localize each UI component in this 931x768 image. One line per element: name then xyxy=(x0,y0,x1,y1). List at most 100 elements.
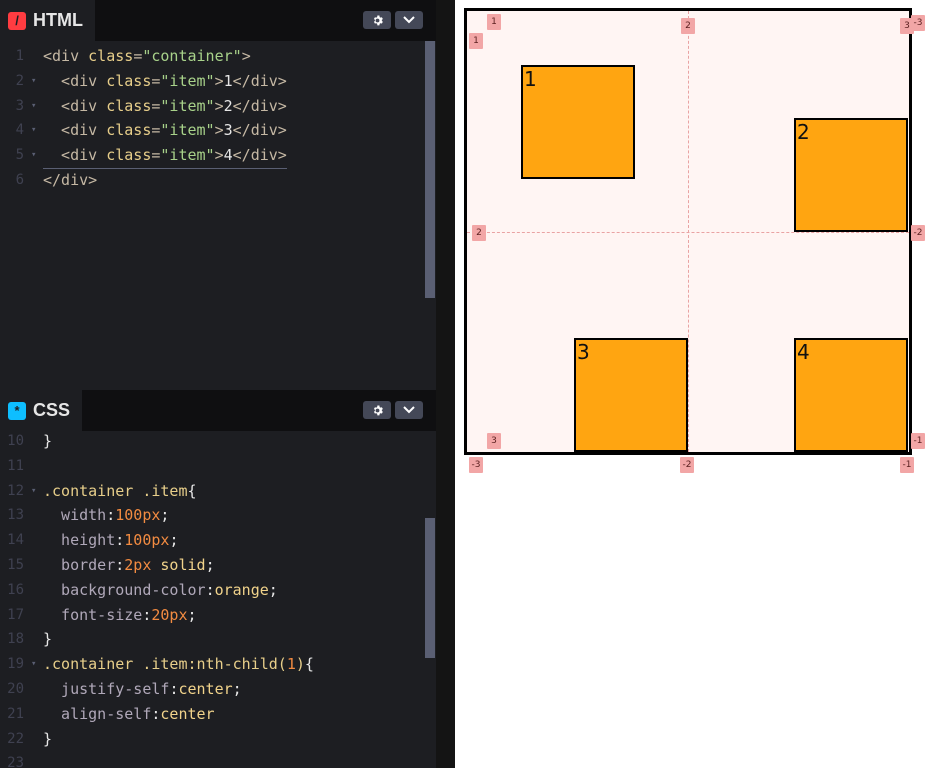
code-token: .container .item:nth-child( xyxy=(43,655,287,674)
grid-label-left-2: 2 xyxy=(472,225,486,241)
grid-item-4: 4 xyxy=(794,338,908,452)
grid-label-bottom-minus-1: -1 xyxy=(900,457,914,473)
css-panel-header: * CSS xyxy=(0,390,436,431)
pane-resize-handle[interactable] xyxy=(436,0,455,768)
code-line[interactable]: 13 width:100px; xyxy=(0,503,420,528)
code-text: align-self:center xyxy=(43,702,215,727)
tab-html[interactable]: / HTML xyxy=(0,0,95,41)
settings-gear-icon xyxy=(373,405,383,415)
code-line[interactable]: 21 align-self:center xyxy=(0,702,420,727)
code-token: > xyxy=(214,121,224,140)
code-line[interactable]: 14 height:100px; xyxy=(0,528,420,553)
code-token: center xyxy=(178,680,233,698)
code-token: ) xyxy=(295,655,305,674)
grid-label-right-minus-1: -1 xyxy=(911,433,925,449)
code-token: : xyxy=(115,556,125,574)
code-token: </div> xyxy=(232,146,287,165)
fold-arrow-icon[interactable]: ▾ xyxy=(31,652,36,677)
code-token: } xyxy=(43,630,53,649)
code-token: ; xyxy=(169,531,179,550)
line-number: 11 xyxy=(7,457,24,474)
grid-label-right-minus-2: -2 xyxy=(911,225,925,241)
code-token: ; xyxy=(187,605,197,624)
code-line[interactable]: 5 ▾ <div class="item">4</div> xyxy=(0,143,420,170)
line-number: 5 xyxy=(15,147,24,164)
css-settings-button[interactable] xyxy=(363,401,391,419)
code-line[interactable]: 10} xyxy=(0,431,420,454)
line-number: 13 xyxy=(7,507,24,524)
code-line[interactable]: 6 </div> xyxy=(0,168,420,193)
code-line[interactable]: 12 ▾ .container .item{ xyxy=(0,479,420,504)
line-number: 10 xyxy=(7,433,24,449)
code-token: </div> xyxy=(43,171,98,189)
code-line[interactable]: 17 font-size:20px; xyxy=(0,603,420,628)
code-text: </div> xyxy=(43,168,97,193)
code-token: background-color xyxy=(43,580,206,599)
code-line[interactable]: 16 background-color:orange; xyxy=(0,578,420,603)
code-line[interactable]: 3 ▾ <div class="item">2</div> xyxy=(0,94,420,119)
code-line[interactable]: 1 <div class="container"> xyxy=(0,44,420,69)
code-token: 3 xyxy=(223,121,233,140)
code-token: 20px xyxy=(151,605,188,624)
fold-arrow-icon[interactable]: ▾ xyxy=(31,94,36,119)
css-collapse-button[interactable] xyxy=(395,401,423,419)
code-token: > xyxy=(214,146,224,165)
fold-arrow-icon[interactable]: ▾ xyxy=(31,143,36,168)
code-text: } xyxy=(43,431,52,454)
code-token: class xyxy=(106,121,152,140)
line-number: 4 xyxy=(15,122,24,139)
code-line[interactable]: 15 border:2px solid; xyxy=(0,553,420,578)
code-token: { xyxy=(187,481,197,500)
line-number: 1 xyxy=(15,48,24,64)
code-token: 2 xyxy=(223,96,233,115)
code-token: ; xyxy=(268,580,278,599)
line-number: 16 xyxy=(7,581,24,598)
code-token: class xyxy=(88,47,134,65)
code-token: 100px xyxy=(115,506,161,525)
html-tab-label: HTML xyxy=(33,10,83,30)
line-number: 6 xyxy=(15,172,24,188)
code-text: font-size:20px; xyxy=(43,603,197,628)
code-line[interactable]: 4 ▾ <div class="item">3</div> xyxy=(0,118,420,143)
code-token: font-size xyxy=(43,605,143,624)
html-icon: / xyxy=(8,11,26,30)
code-token: : xyxy=(205,580,215,599)
code-token: > xyxy=(241,47,251,65)
code-line[interactable]: 2 ▾ <div class="item">1</div> xyxy=(0,69,420,94)
code-line[interactable]: 20 justify-self:center; xyxy=(0,677,420,702)
fold-arrow-icon[interactable]: ▾ xyxy=(31,69,36,94)
code-token: border xyxy=(43,556,116,574)
html-settings-button[interactable] xyxy=(363,11,391,29)
line-number: 19 xyxy=(7,656,24,673)
code-line[interactable]: 18} xyxy=(0,627,420,652)
code-line[interactable]: 19 ▾ .container .item:nth-child(1){ xyxy=(0,652,420,677)
html-collapse-button[interactable] xyxy=(395,11,423,29)
css-scrollbar[interactable] xyxy=(425,518,435,658)
code-token: 1 xyxy=(286,655,296,674)
fold-arrow-icon[interactable]: ▾ xyxy=(31,118,36,143)
code-token: <div xyxy=(43,146,107,165)
html-scrollbar[interactable] xyxy=(425,41,435,298)
code-text: <div class="item">2</div> xyxy=(43,94,287,119)
html-panel-header: / HTML xyxy=(0,0,436,41)
code-text: background-color:orange; xyxy=(43,578,278,603)
code-line[interactable]: 23 xyxy=(0,751,420,768)
code-text: } xyxy=(43,727,52,752)
code-line[interactable]: 11 xyxy=(0,454,420,479)
css-tab-label: CSS xyxy=(33,400,71,420)
code-token: <div xyxy=(43,96,107,115)
tab-css[interactable]: * CSS xyxy=(0,390,83,431)
fold-arrow-icon[interactable]: ▾ xyxy=(31,479,36,504)
line-number: 18 xyxy=(7,631,24,648)
code-text: justify-self:center; xyxy=(43,677,242,702)
code-token: : xyxy=(106,506,116,525)
css-code-editor[interactable]: 10} 11 12 ▾ .container .item{13 width:100px;… xyxy=(0,431,436,768)
html-code-editor[interactable]: 1 <div class="container"> 2 ▾ <div class="i… xyxy=(0,41,436,388)
line-number: 2 xyxy=(15,72,24,89)
code-token: > xyxy=(214,96,224,115)
code-text: height:100px; xyxy=(43,528,178,553)
code-line[interactable]: 22} xyxy=(0,727,420,752)
code-text: .container .item:nth-child(1){ xyxy=(43,652,314,677)
code-token: <div xyxy=(43,121,107,140)
code-token: justify-self xyxy=(43,680,170,698)
